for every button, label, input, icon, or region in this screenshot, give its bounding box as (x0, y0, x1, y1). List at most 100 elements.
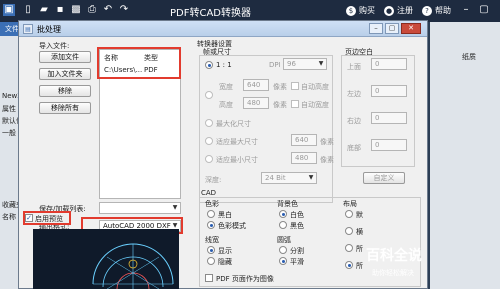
add-folder-button[interactable]: 加入文件夹 (39, 68, 91, 80)
new-file-icon[interactable]: ▯ (22, 4, 34, 16)
print-icon[interactable]: ⎙ (86, 4, 98, 16)
auto-width-checkbox[interactable] (291, 100, 299, 108)
fit-max-label: 适应最大尺寸 (216, 138, 258, 146)
arc-split-radio[interactable] (279, 246, 287, 254)
color-bw-radio[interactable] (207, 210, 215, 218)
layout-all2-label: 所 (356, 262, 363, 270)
import-label: 导入文件: (39, 42, 70, 50)
layout-default-radio[interactable] (345, 210, 353, 218)
color-bw-label: 黑白 (218, 211, 232, 219)
line-hide-radio[interactable] (207, 257, 215, 265)
margin-top-field[interactable]: 0 (371, 58, 407, 70)
margin-top-label: 上面 (347, 63, 361, 71)
fit-min-field[interactable]: 480 (291, 152, 317, 164)
margin-bottom-field[interactable]: 0 (371, 139, 407, 151)
bg-black-label: 黑色 (290, 222, 304, 230)
layout-all2-radio[interactable] (345, 261, 353, 269)
remove-button[interactable]: 移除 (39, 85, 91, 97)
batch-icon: ▤ (23, 24, 33, 34)
buy-button[interactable]: $ 购买 (346, 5, 375, 16)
watermark-subtitle: 助你轻松解决 (372, 269, 414, 277)
color-label: 色彩 (205, 200, 219, 208)
fit-max-field[interactable]: 640 (291, 134, 317, 146)
bg-black-radio[interactable] (279, 221, 287, 229)
width-unit-label: 像素 (273, 83, 287, 91)
dpi-select[interactable]: 96 ▼ (283, 58, 327, 70)
watermark: 百科全说 助你轻松解决 (366, 245, 446, 285)
margin-bottom-label: 底部 (347, 144, 361, 152)
properties-label: 属性 (2, 105, 16, 113)
bg-white-radio[interactable] (279, 210, 287, 218)
add-file-button[interactable]: 添加文件 (39, 51, 91, 63)
preview-panel (33, 229, 179, 289)
cad-preview-image (92, 243, 174, 289)
depth-select[interactable]: 24 Bit ▼ (261, 172, 317, 184)
highlight-enable-preview (23, 211, 71, 225)
color-mode-radio[interactable] (207, 221, 215, 229)
arc-smooth-radio[interactable] (279, 257, 287, 265)
dialog-title: 批处理 (37, 25, 61, 34)
fit-max-radio[interactable] (205, 137, 213, 145)
width-field[interactable]: 640 (243, 79, 269, 91)
name-label: 名称 (2, 213, 16, 221)
arc-smooth-label: 平滑 (290, 258, 304, 266)
margin-left-label: 左边 (347, 90, 361, 98)
layout-all-radio[interactable] (345, 244, 353, 252)
layout-landscape-radio[interactable] (345, 227, 353, 235)
height-label: 高度 (219, 101, 233, 109)
dialog-title-bar: ▤ 批处理 – ▢ ✕ (19, 21, 427, 37)
auto-height-checkbox[interactable] (291, 82, 299, 90)
custom-size-radio[interactable] (205, 91, 213, 99)
paper-label: 纸质 (462, 53, 476, 61)
app-title: PDF转CAD转换器 (170, 8, 252, 19)
ratio-radio[interactable] (205, 61, 213, 69)
auto-width-label: 自动宽度 (301, 101, 329, 109)
register-button[interactable]: ● 注册 (384, 5, 413, 16)
redo-icon[interactable]: ↷ (118, 4, 130, 16)
fit-max-unit-label: 像素 (320, 138, 334, 146)
user-icon: ● (384, 5, 394, 16)
margin-left-field[interactable]: 0 (371, 85, 407, 97)
minimize-icon[interactable]: – (460, 4, 472, 16)
max-size-radio[interactable] (205, 119, 213, 127)
height-field[interactable]: 480 (243, 97, 269, 109)
dialog-minimize-button[interactable]: – (369, 23, 383, 34)
width-label: 宽度 (219, 83, 233, 91)
remove-all-button[interactable]: 移除所有 (39, 102, 91, 114)
bg-color-label: 背景色 (277, 200, 298, 208)
layout-label: 布局 (343, 200, 357, 208)
save-list-select[interactable]: ▼ (99, 202, 181, 214)
ratio-label: 1 : 1 (216, 61, 232, 69)
undo-icon[interactable]: ↶ (102, 4, 114, 16)
line-hide-label: 隐藏 (218, 258, 232, 266)
save-as-icon[interactable]: ▩ (70, 4, 82, 16)
line-show-label: 显示 (218, 247, 232, 255)
custom-button[interactable]: 自定义 (363, 172, 405, 184)
highlight-file-list (97, 47, 181, 79)
dialog-maximize-button[interactable]: ▢ (385, 23, 399, 34)
layout-all-label: 所 (356, 245, 363, 253)
open-folder-icon[interactable]: ▰ (38, 4, 50, 16)
line-show-radio[interactable] (207, 246, 215, 254)
fit-min-label: 适应最小尺寸 (216, 156, 258, 164)
pdf-page-as-image-checkbox[interactable] (205, 274, 213, 282)
app-logo-icon: ▣ (3, 4, 15, 16)
layout-default-label: 默 (356, 211, 363, 219)
auto-height-label: 自动高度 (301, 83, 329, 91)
general-label: 一般 (2, 129, 16, 137)
bg-white-label: 白色 (290, 211, 304, 219)
layout-landscape-label: 横 (356, 228, 363, 236)
arc-split-label: 分割 (290, 247, 304, 255)
save-icon[interactable]: ▪ (54, 4, 66, 16)
dialog-close-button[interactable]: ✕ (401, 23, 421, 34)
color-mode-label: 色彩模式 (218, 222, 246, 230)
dollar-icon: $ (346, 5, 356, 16)
arc-label: 圆弧 (277, 236, 291, 244)
maximize-icon[interactable]: ▢ (478, 4, 490, 16)
line-width-label: 线宽 (205, 236, 219, 244)
margin-right-field[interactable]: 0 (371, 112, 407, 124)
watermark-title: 百科全说 (366, 248, 422, 264)
help-button[interactable]: ? 帮助 (422, 5, 451, 16)
cad-title: CAD (201, 189, 217, 197)
fit-min-radio[interactable] (205, 155, 213, 163)
